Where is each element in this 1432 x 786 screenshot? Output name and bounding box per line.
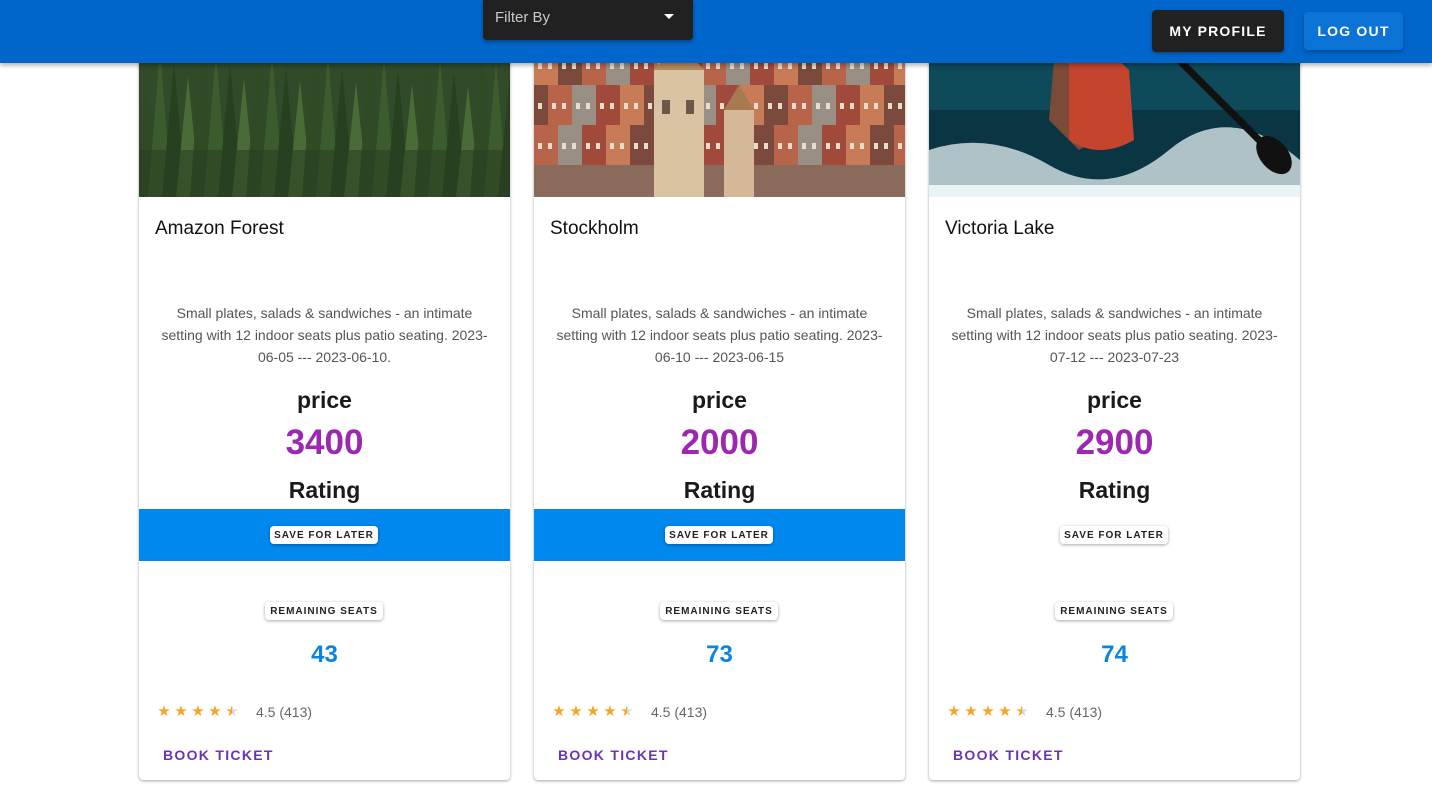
card-description: Small plates, salads & sandwiches - an i… [951, 305, 1278, 365]
save-for-later-button[interactable]: SAVE FOR LATER [665, 526, 773, 544]
my-profile-button[interactable]: MY PROFILE [1152, 10, 1284, 52]
log-out-button[interactable]: LOG OUT [1304, 12, 1403, 50]
star-icon: ★ [569, 703, 583, 720]
card-title: Victoria Lake [945, 218, 1055, 239]
price-value: 2000 [680, 423, 759, 462]
tour-card: Victoria Lake Small plates, salads & san… [929, 0, 1300, 780]
rating-value: 4.5 (413) [651, 704, 708, 720]
price-label: price [1087, 387, 1142, 413]
tour-card: Stockholm Small plates, salads & sandwic… [534, 0, 905, 780]
tour-card: Amazon Forest Small plates, salads & san… [139, 0, 510, 780]
price-label: price [692, 387, 747, 413]
book-ticket-button[interactable]: BOOK TICKET [953, 747, 1064, 763]
card-title: Amazon Forest [155, 218, 284, 239]
book-ticket-button[interactable]: BOOK TICKET [163, 747, 274, 763]
save-for-later-button[interactable]: SAVE FOR LATER [270, 526, 378, 544]
star-icon: ★ [981, 703, 995, 720]
star-icon: ★ [174, 703, 188, 720]
star-half-icon: ★ [620, 703, 634, 720]
star-icon: ★ [191, 703, 205, 720]
price-value: 2900 [1075, 423, 1154, 462]
price-value: 3400 [285, 423, 364, 462]
star-icon: ★ [947, 703, 961, 720]
star-rating: ★ ★ ★ ★ ★ [946, 703, 1030, 721]
star-half-icon: ★ [1015, 703, 1029, 720]
card-description: Small plates, salads & sandwiches - an i… [161, 305, 488, 365]
app-bar: Filter By MY PROFILE LOG OUT [0, 0, 1432, 63]
star-rating: ★ ★ ★ ★ ★ [156, 703, 240, 721]
remaining-seats-chip: REMAINING SEATS [1055, 602, 1173, 620]
book-ticket-button[interactable]: BOOK TICKET [558, 747, 669, 763]
star-icon: ★ [964, 703, 978, 720]
rating-value: 4.5 (413) [1046, 704, 1103, 720]
rating-label: Rating [683, 477, 756, 503]
star-icon: ★ [603, 703, 617, 720]
filter-select[interactable]: Filter By [483, 0, 693, 40]
star-icon: ★ [586, 703, 600, 720]
star-icon: ★ [208, 703, 222, 720]
remaining-seats-value: 73 [706, 641, 733, 668]
card-description: Small plates, salads & sandwiches - an i… [556, 305, 883, 365]
star-icon: ★ [998, 703, 1012, 720]
rating-label: Rating [1078, 477, 1151, 503]
star-icon: ★ [157, 703, 171, 720]
remaining-seats-chip: REMAINING SEATS [265, 602, 383, 620]
price-label: price [297, 387, 352, 413]
rating-label: Rating [288, 477, 361, 503]
filter-label: Filter By [495, 9, 551, 26]
star-half-icon: ★ [225, 703, 239, 720]
remaining-seats-value: 43 [311, 641, 338, 668]
star-rating: ★ ★ ★ ★ ★ [551, 703, 635, 721]
remaining-seats-chip: REMAINING SEATS [660, 602, 778, 620]
rating-value: 4.5 (413) [256, 704, 313, 720]
remaining-seats-value: 74 [1101, 641, 1128, 668]
star-icon: ★ [552, 703, 566, 720]
save-for-later-button[interactable]: SAVE FOR LATER [1060, 526, 1168, 544]
chevron-down-icon [664, 14, 674, 19]
card-title: Stockholm [550, 218, 639, 239]
